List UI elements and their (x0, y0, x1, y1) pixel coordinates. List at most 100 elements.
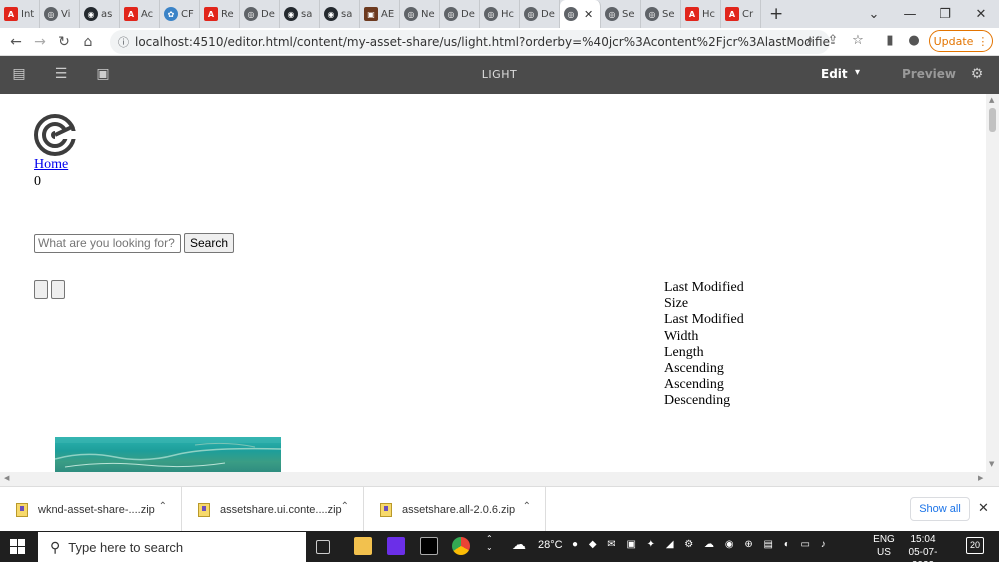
clock-date: 05-07-2022 (908, 547, 938, 571)
home-link[interactable]: Home (34, 157, 68, 173)
sort-option[interactable]: Length (664, 345, 744, 361)
profile-avatar-icon[interactable]: ● (904, 33, 924, 48)
card-view-button[interactable] (34, 280, 48, 299)
tab-search-icon[interactable]: ⌄ (856, 0, 892, 28)
preview-button[interactable]: Preview (902, 67, 956, 81)
browser-tab[interactable]: ▣ AE (360, 0, 400, 28)
reload-icon[interactable]: ↻ (52, 34, 76, 50)
clock[interactable]: 15:04 05-07-2022 (900, 533, 946, 572)
browser-tab[interactable]: ✿ CF (160, 0, 200, 28)
annotations-icon[interactable]: ⚙ (968, 66, 986, 82)
browser-tab-label: Cr (742, 8, 754, 20)
sort-option[interactable]: Ascending (664, 361, 744, 377)
browser-tab[interactable]: ◎ De (520, 0, 560, 28)
cloud-icon: ✿ (164, 7, 178, 21)
chrome-icon[interactable] (452, 537, 470, 555)
search-input[interactable]: What are you looking for? (34, 234, 181, 253)
horizontal-scrollbar[interactable]: ◀ ▶ (0, 472, 999, 486)
back-arrow-icon[interactable]: ← (4, 34, 28, 50)
chevron-up-icon[interactable]: ⌃ (341, 501, 349, 512)
globe-icon: ◎ (444, 7, 458, 21)
browser-tab[interactable]: A Ac (120, 0, 160, 28)
new-tab-button[interactable]: + (761, 4, 791, 24)
browser-tab[interactable]: ◎ Vi (40, 0, 80, 28)
list-view-button[interactable] (51, 280, 65, 299)
github-icon: ◉ (84, 7, 98, 21)
sort-option[interactable]: Last Modified (664, 312, 744, 328)
side-panel-icon[interactable]: ▮ (880, 33, 900, 48)
sort-option[interactable]: Width (664, 329, 744, 345)
restore-button[interactable]: ❐ (927, 0, 963, 28)
globe-icon: ◎ (605, 7, 619, 21)
forward-arrow-icon[interactable]: → (28, 34, 52, 50)
asset-thumbnail[interactable] (55, 437, 281, 472)
chevron-up-icon[interactable]: ⌃ (159, 501, 167, 512)
vertical-scrollbar[interactable]: ▲ ▼ (986, 94, 999, 472)
intellij-icon[interactable] (387, 537, 405, 555)
notification-center-icon[interactable]: 20 (966, 537, 984, 554)
download-item[interactable]: wknd-asset-share-....zip ⌃ (0, 487, 182, 532)
browser-tab-label: Ac (141, 8, 154, 20)
vertical-scroll-thumb[interactable] (989, 108, 996, 132)
taskbar-search-placeholder: Type here to search (68, 539, 184, 555)
language-indicator[interactable]: ENG US (873, 533, 895, 559)
zip-file-icon (380, 502, 392, 517)
mode-selector[interactable]: Edit (821, 67, 848, 81)
browser-tab-label: Ne (421, 8, 435, 20)
browser-tab[interactable]: ◉ sa (280, 0, 320, 28)
system-tray-icons[interactable]: ● ◆ ✉ ▣ ✦ ◢ ⚙ ☁ ◉ ⊕ ▤ ◐ ▭ ♪ (572, 539, 830, 550)
overflow-chevron-icon[interactable]: ⌃ ⌄ (486, 534, 493, 552)
editor-toolbar: ▤ ☰ ▣ LIGHT Edit ▾ Preview ⚙ (0, 56, 999, 94)
file-explorer-icon[interactable] (354, 537, 372, 555)
chevron-down-icon[interactable]: ▾ (855, 67, 860, 78)
show-all-button[interactable]: Show all (910, 497, 970, 521)
github-icon: ◉ (324, 7, 338, 21)
url-field[interactable]: ⓘ localhost:4510/editor.html/content/my-… (110, 30, 830, 54)
weather-temperature[interactable]: 28°C (538, 539, 563, 551)
taskbar-search[interactable]: ⚲ Type here to search (38, 532, 306, 562)
update-button[interactable]: Update ⋮ (929, 30, 993, 52)
browser-tab-label: Vi (61, 8, 71, 20)
browser-tab-label: Hc (501, 8, 515, 20)
browser-tab[interactable]: ◎ Se (601, 0, 641, 28)
sort-option[interactable]: Last Modified (664, 280, 744, 296)
zoom-icon[interactable]: ⌕ (800, 33, 820, 48)
search-button[interactable]: Search (184, 233, 234, 253)
terminal-icon[interactable] (420, 537, 438, 555)
browser-tab[interactable]: A Int (0, 0, 40, 28)
close-window-button[interactable]: ✕ (963, 0, 999, 28)
bookmark-star-icon[interactable]: ☆ (848, 33, 868, 48)
home-icon[interactable]: ⌂ (76, 34, 100, 50)
browser-tab[interactable]: A Hc (681, 0, 721, 28)
download-filename: assetshare.all-2.0.6.zip (402, 503, 516, 516)
browser-tab[interactable]: A Cr (721, 0, 761, 28)
browser-tab[interactable]: A Re (200, 0, 240, 28)
info-icon[interactable]: ⓘ (118, 34, 129, 50)
browser-tab[interactable]: ◎ ✕ (560, 0, 601, 28)
share-icon[interactable]: ⇪ (823, 33, 843, 48)
browser-tab[interactable]: ◎ Hc (480, 0, 520, 28)
browser-tab[interactable]: ◎ Ne (400, 0, 440, 28)
minimize-button[interactable]: — (892, 0, 928, 28)
clock-time: 15:04 (910, 534, 936, 545)
task-view-icon[interactable] (316, 540, 330, 554)
close-downloads-icon[interactable]: ✕ (978, 501, 989, 516)
browser-tab[interactable]: ◎ De (240, 0, 280, 28)
browser-tab[interactable]: ◉ sa (320, 0, 360, 28)
browser-tab-strip: A Int ◎ Vi ◉ as A Ac ✿ CF A Re ◎ De ◉ sa ◉ sa ▣ AE ◎ Ne ◎ De ◎ Hc… (0, 0, 999, 28)
zip-file-icon (16, 502, 28, 517)
close-tab-icon[interactable]: ✕ (584, 8, 593, 21)
download-item[interactable]: assetshare.ui.conte....zip ⌃ (182, 487, 364, 532)
sort-option[interactable]: Ascending (664, 377, 744, 393)
browser-tab[interactable]: ◎ Se (641, 0, 681, 28)
sort-option[interactable]: Size (664, 296, 744, 312)
sort-option[interactable]: Descending (664, 393, 744, 409)
chevron-up-icon[interactable]: ⌃ (523, 501, 531, 512)
browser-tab[interactable]: ◉ as (80, 0, 120, 28)
browser-tab[interactable]: ◎ De (440, 0, 480, 28)
browser-tab-label: sa (341, 8, 353, 20)
windows-start-icon[interactable] (10, 539, 25, 554)
browser-tab-label: Se (622, 8, 635, 20)
download-item[interactable]: assetshare.all-2.0.6.zip ⌃ (364, 487, 546, 532)
globe-icon: ◎ (244, 7, 258, 21)
